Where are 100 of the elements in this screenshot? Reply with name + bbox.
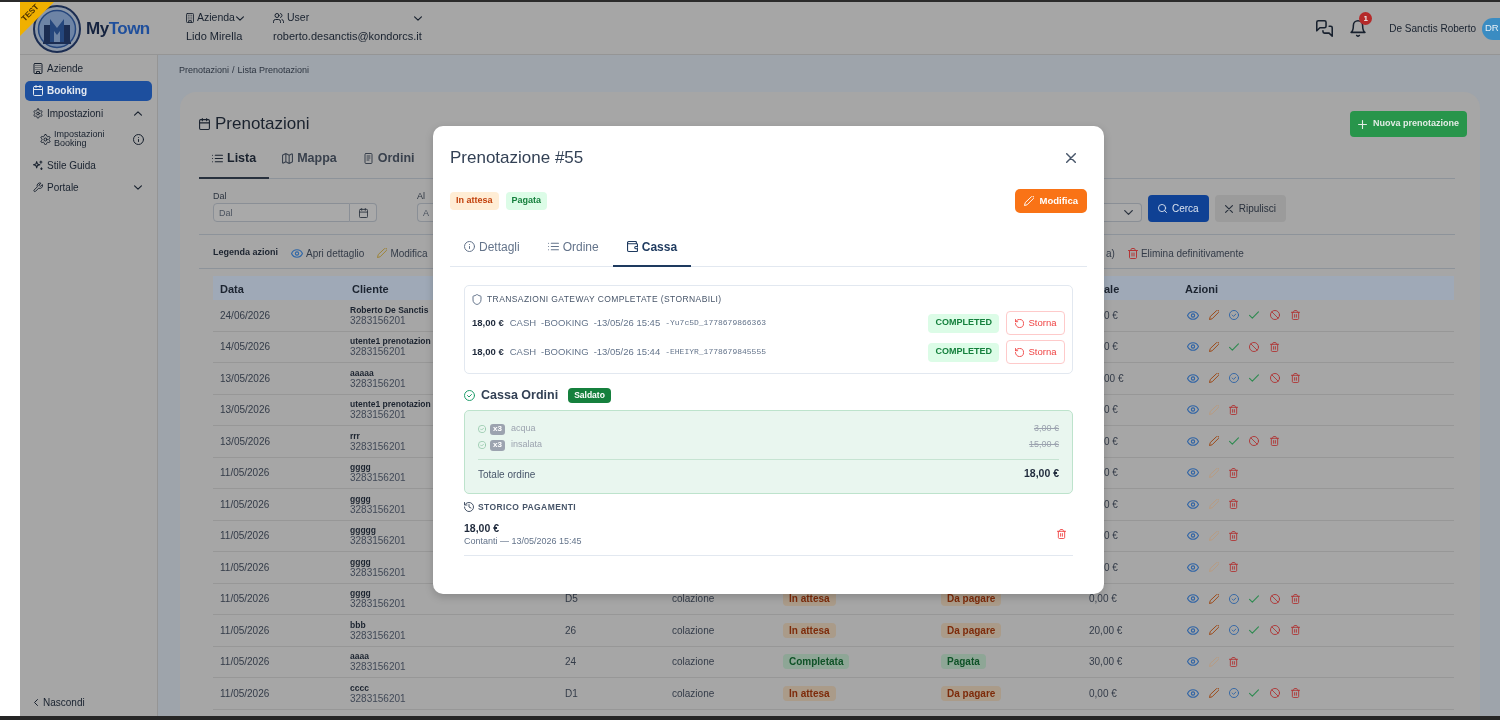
pencil-icon[interactable] <box>1208 341 1219 352</box>
company-selector[interactable]: Azienda Lido Mirella <box>186 11 244 42</box>
eye-icon[interactable] <box>1187 594 1200 604</box>
check-icon[interactable] <box>1249 594 1260 603</box>
eye-icon[interactable] <box>1187 405 1200 415</box>
search-button[interactable]: Cerca <box>1148 195 1209 222</box>
eye-icon[interactable] <box>1187 468 1200 478</box>
trash-icon[interactable] <box>1229 467 1239 478</box>
avatar[interactable]: DR <box>1482 17 1500 40</box>
quantity-badge: x3 <box>490 439 505 451</box>
legend-label: Elimina definitivamente <box>1140 246 1244 261</box>
eye-icon[interactable] <box>1187 342 1200 352</box>
payment-badge: Pagata <box>941 654 986 670</box>
check-icon[interactable] <box>1249 374 1260 383</box>
check-icon[interactable] <box>1228 437 1239 446</box>
eye-icon[interactable] <box>1187 657 1200 667</box>
trash-icon[interactable] <box>1270 436 1280 447</box>
reverse-button[interactable]: Storna <box>1006 311 1065 335</box>
pencil-icon[interactable] <box>1208 373 1219 384</box>
chat-icon[interactable] <box>1316 20 1334 37</box>
status-badge: Completata <box>783 654 850 670</box>
sidebar-item[interactable]: Stile Guida <box>25 155 152 175</box>
phone-number: 3283156201 <box>350 535 406 547</box>
close-icon[interactable] <box>1066 153 1076 163</box>
breadcrumb-link[interactable]: Prenotazioni <box>179 64 230 78</box>
client-name: rrr <box>350 430 360 441</box>
calendar-icon <box>358 207 368 218</box>
trash-icon[interactable] <box>1229 499 1239 510</box>
bell-icon[interactable] <box>1350 20 1367 37</box>
check-circle-icon[interactable] <box>1228 310 1239 321</box>
trash-icon[interactable] <box>1290 310 1300 321</box>
check-icon[interactable] <box>1249 311 1260 320</box>
ban-icon[interactable] <box>1269 310 1280 321</box>
payment-badge: Da pagare <box>941 622 1002 638</box>
wallet-icon <box>626 241 638 252</box>
phone-number: 3283156201 <box>350 661 406 673</box>
sidebar-item[interactable]: Booking <box>25 80 152 101</box>
date-cell-text: 13/05/2026 <box>220 434 271 449</box>
eye-icon[interactable] <box>1187 499 1200 509</box>
check-circle-icon[interactable] <box>1228 688 1239 699</box>
eye-icon[interactable] <box>1187 373 1200 383</box>
pencil-icon[interactable] <box>1208 436 1219 447</box>
tab[interactable]: Ordini <box>349 145 428 179</box>
pencil-icon[interactable] <box>1208 593 1219 604</box>
trash-icon[interactable] <box>1290 688 1300 699</box>
tab[interactable]: Dettagli <box>450 228 534 267</box>
ban-icon[interactable] <box>1269 593 1280 604</box>
sidebar-item[interactable]: Portale <box>25 177 152 198</box>
tab[interactable]: Ordine <box>533 228 613 267</box>
trash-icon[interactable] <box>1229 562 1239 573</box>
trash-icon[interactable] <box>1290 625 1300 636</box>
check-circle-icon[interactable] <box>1228 625 1239 636</box>
check-icon[interactable] <box>1249 626 1260 635</box>
check-icon[interactable] <box>1249 689 1260 698</box>
trash-icon[interactable] <box>1290 373 1300 384</box>
tab[interactable]: Cassa <box>612 228 692 267</box>
trash-icon[interactable] <box>1229 404 1239 415</box>
date-cell-text: 13/05/2026 <box>220 403 271 418</box>
check-circle-icon[interactable] <box>1228 373 1239 384</box>
sidebar-item[interactable]: Aziende <box>25 58 152 78</box>
check-circle-icon[interactable] <box>1228 593 1239 604</box>
new-booking-button[interactable]: Nuova prenotazione <box>1350 111 1467 137</box>
select-field[interactable] <box>1104 203 1142 222</box>
tab[interactable]: Mappa <box>269 145 350 179</box>
ban-icon[interactable] <box>1269 373 1280 384</box>
sidebar-item[interactable]: Impostazioni Booking <box>25 125 152 153</box>
collapse-button[interactable]: Nascondi <box>25 692 152 712</box>
trash-icon[interactable] <box>1290 593 1300 604</box>
pencil-icon[interactable] <box>1208 310 1219 321</box>
trash-icon[interactable] <box>1229 656 1239 667</box>
clear-button[interactable]: Ripulisci <box>1214 195 1286 222</box>
ban-icon[interactable] <box>1269 625 1280 636</box>
date-field[interactable]: A <box>417 203 433 222</box>
trash-icon[interactable] <box>1057 529 1066 539</box>
reverse-button[interactable]: Storna <box>1006 340 1065 364</box>
ban-icon[interactable] <box>1249 436 1260 447</box>
sidebar-item[interactable]: Impostazioni <box>25 103 152 123</box>
total-cell-text: 0 € <box>1104 560 1118 575</box>
ban-icon[interactable] <box>1269 688 1280 699</box>
eye-icon[interactable] <box>1187 562 1200 572</box>
pencil-icon[interactable] <box>1208 625 1219 636</box>
section-title: STORICO PAGAMENTI <box>478 500 577 514</box>
eye-icon[interactable] <box>1187 625 1200 635</box>
eye-icon[interactable] <box>1187 310 1200 320</box>
check-icon[interactable] <box>1228 342 1239 351</box>
trash-icon[interactable] <box>1270 341 1280 352</box>
trash-icon[interactable] <box>1229 530 1239 541</box>
ban-icon[interactable] <box>1249 341 1260 352</box>
eye-icon[interactable] <box>1187 688 1200 698</box>
tab[interactable]: Lista <box>199 145 270 179</box>
date-cell-text: 24/06/2026 <box>220 308 271 323</box>
eye-icon[interactable] <box>1187 531 1200 541</box>
total-cell-text: 0 € <box>1104 434 1118 449</box>
pencil-icon[interactable] <box>1208 688 1219 699</box>
user-selector[interactable]: User roberto.desanctis@kondorcs.it <box>273 11 423 42</box>
eye-icon[interactable] <box>1187 436 1200 446</box>
section-title: Cassa Ordini <box>481 386 559 404</box>
date-field[interactable]: Dal <box>213 203 350 222</box>
phone-number: 3283156201 <box>350 598 406 610</box>
calendar-button[interactable] <box>350 203 377 222</box>
